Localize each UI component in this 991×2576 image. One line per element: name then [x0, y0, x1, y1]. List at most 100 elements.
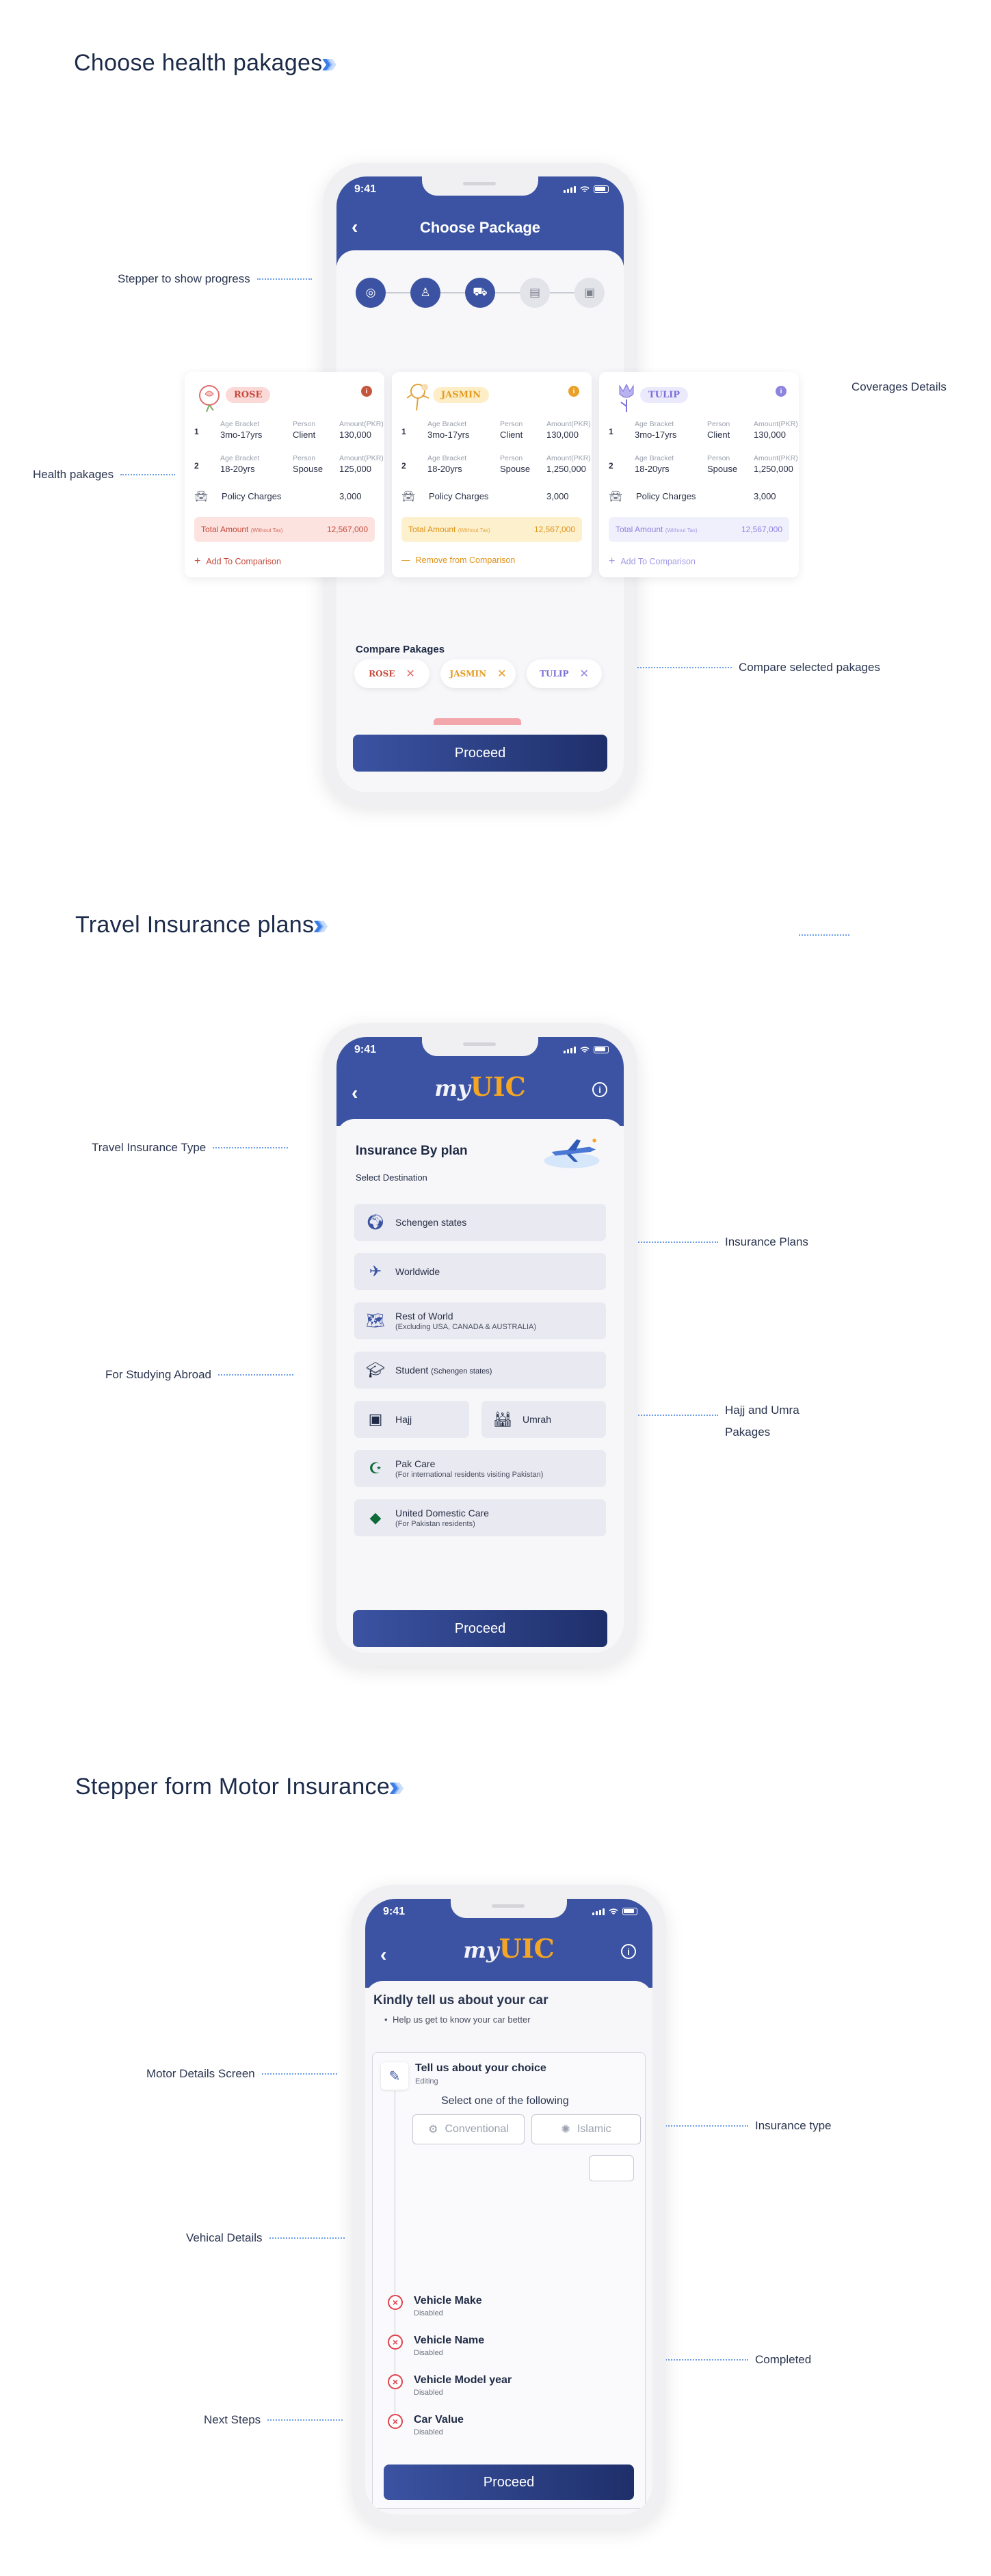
- coverage-row: 1 Age Bracket 3mo-17yrs Person Client Amou…: [194, 420, 384, 443]
- amount-label: Amount(PKR): [754, 420, 798, 428]
- document-icon[interactable]: ▤: [520, 278, 550, 308]
- chip-label: ROSE: [369, 669, 395, 679]
- option-umrah[interactable]: 🕌︎ Umrah: [481, 1401, 606, 1438]
- add-to-comparison-button[interactable]: + Add To Comparison: [609, 555, 696, 568]
- policy-charges-row: 🚘︎ Policy Charges 3,000: [194, 488, 375, 505]
- option-student[interactable]: 🎓︎ Student (Schengen states): [354, 1352, 606, 1389]
- step-state: Disabled: [414, 2349, 443, 2357]
- vehicle-icon[interactable]: ⛟: [465, 278, 495, 308]
- option-label: Rest of World: [395, 1311, 453, 1322]
- close-icon[interactable]: ✕: [406, 667, 414, 681]
- annotation-studying: For Studying Abroad: [105, 1368, 293, 1382]
- annotation-vehical: Vehical Details: [186, 2231, 345, 2245]
- option-worldwide[interactable]: ✈︎ Worldwide: [354, 1253, 606, 1290]
- world-plane-icon: ✈︎: [369, 1263, 382, 1280]
- coverage-row: 2 Age Bracket 18-20yrs Person Spouse Amoun…: [194, 454, 384, 477]
- airplane-illustration-icon: [544, 1138, 600, 1168]
- person-label: Person: [707, 454, 730, 462]
- row-number: 1: [194, 427, 199, 436]
- option-label: United Domestic Care: [395, 1508, 489, 1519]
- progress-stepper: ◎ ♙ ⛟ ▤ ▣: [356, 278, 605, 308]
- app-logo: myUIC: [365, 1933, 652, 1964]
- globe-icon[interactable]: ◎: [356, 278, 386, 308]
- close-icon[interactable]: ✕: [580, 667, 589, 681]
- tax-note: (Without Tax): [458, 527, 490, 534]
- tax-note: (Without Tax): [665, 527, 698, 534]
- screen-title: Choose Package: [419, 219, 541, 236]
- content-sheet: Kindly tell us about your car • Help us g…: [365, 1981, 652, 2514]
- annotation-completed: Completed: [663, 2353, 811, 2367]
- step-title: Car Value: [414, 2414, 464, 2426]
- coverage-row: 1 Age Bracket 3mo-17yrs Person Client Amou…: [609, 420, 798, 443]
- option-schengen[interactable]: 🌍︎ Schengen states: [354, 1204, 606, 1241]
- compare-chip-tulip[interactable]: TULIP ✕: [527, 659, 602, 688]
- option-sublabel: (For international residents visiting Pa…: [395, 1471, 544, 1479]
- option-hajj[interactable]: ▣ Hajj: [354, 1401, 469, 1438]
- coverage-row: 2 Age Bracket 18-20yrs Person Spouse Amoun…: [401, 454, 591, 477]
- package-name: ROSE: [226, 387, 271, 403]
- package-card-rose[interactable]: ROSE i 1 Age Bracket 3mo-17yrs Person Clie…: [185, 372, 384, 577]
- annotation-text: Insurance type: [755, 2119, 832, 2132]
- phone-motor: 9:41 ‹ myUIC i Kindly tell us about your…: [352, 1885, 666, 2528]
- chevrons-icon: › › › ›: [313, 908, 330, 941]
- annotation-text: Stepper to show progress: [118, 272, 250, 285]
- info-icon[interactable]: i: [361, 386, 372, 397]
- age-value: 18-20yrs: [635, 464, 670, 474]
- amount-value: 130,000: [546, 430, 579, 440]
- bullet-text: Help us get to know your car better: [393, 2014, 531, 2025]
- notch: [422, 176, 538, 196]
- total-amount-box: Total Amount (Without Tax) 12,567,000: [194, 517, 375, 542]
- age-label: Age Bracket: [635, 420, 674, 428]
- logo-uic: UIC: [499, 1933, 555, 1964]
- proceed-button[interactable]: Proceed: [384, 2465, 634, 2500]
- tax-note: (Without Tax): [250, 527, 283, 534]
- info-icon[interactable]: i: [621, 1944, 636, 1959]
- remove-from-comparison-button[interactable]: — Remove from Comparison: [401, 555, 515, 565]
- package-card-tulip[interactable]: TULIP i 1 Age Bracket 3mo-17yrs Person Cli…: [599, 372, 799, 577]
- age-label: Age Bracket: [427, 454, 467, 462]
- policy-value: 3,000: [754, 491, 776, 501]
- option-label: Worldwide: [395, 1266, 440, 1277]
- age-value: 18-20yrs: [220, 464, 255, 474]
- next-step-button[interactable]: [589, 2155, 634, 2181]
- minus-icon: —: [401, 555, 410, 565]
- option-rest-of-world[interactable]: 🗺︎ Rest of World (Excluding USA, CANADA &…: [354, 1302, 606, 1339]
- amount-value: 130,000: [339, 430, 371, 440]
- amount-label: Amount(PKR): [339, 454, 384, 462]
- section-title-health: Choose health pakages › › › ›: [74, 48, 337, 78]
- compare-chip-jasmin[interactable]: JASMIN ✕: [440, 659, 516, 688]
- plan-heading: Insurance By plan: [356, 1144, 468, 1158]
- wifi-icon: [609, 1908, 618, 1915]
- amount-value: 125,000: [339, 464, 371, 474]
- info-icon[interactable]: i: [592, 1082, 607, 1097]
- islamic-option[interactable]: ✺ Islamic: [531, 2114, 641, 2144]
- annotation-text: Coverages Details: [851, 380, 947, 393]
- plus-icon: +: [609, 555, 616, 567]
- amount-label: Amount(PKR): [546, 420, 591, 428]
- proceed-button[interactable]: Proceed: [353, 1610, 607, 1647]
- package-card-jasmin[interactable]: JASMIN i 1 Age Bracket 3mo-17yrs Person Cl…: [392, 372, 592, 577]
- info-icon[interactable]: i: [776, 386, 787, 397]
- add-to-comparison-button[interactable]: + Add To Comparison: [194, 555, 281, 568]
- logo-my: my: [434, 1075, 471, 1101]
- annotation-travel-type: Travel Insurance Type: [92, 1141, 289, 1155]
- wallet-icon[interactable]: ▣: [574, 278, 605, 308]
- option-label: Conventional: [445, 2123, 509, 2135]
- annotation-text: Hajj and Umra: [725, 1404, 800, 1417]
- globe-icon: 🌍︎: [366, 1213, 385, 1231]
- conventional-option[interactable]: ⚙︎ Conventional: [412, 2114, 525, 2144]
- proceed-button[interactable]: Proceed: [353, 735, 607, 772]
- jasmin-flower-icon: [406, 384, 430, 411]
- close-icon[interactable]: ✕: [497, 667, 506, 681]
- coverage-row: 2 Age Bracket 18-20yrs Person Spouse Amoun…: [609, 454, 798, 477]
- user-icon[interactable]: ♙: [410, 278, 440, 308]
- step-vehicle-make: × Vehicle Make Disabled: [388, 2295, 482, 2317]
- rose-flower-icon: [199, 385, 220, 412]
- info-icon[interactable]: i: [568, 386, 579, 397]
- amount-value: 1,250,000: [546, 464, 586, 474]
- option-pak-care[interactable]: ☪︎ Pak Care (For international residents …: [354, 1450, 606, 1487]
- compare-chip-rose[interactable]: ROSE ✕: [354, 659, 430, 688]
- amount-value: 130,000: [754, 430, 786, 440]
- option-domestic-care[interactable]: ◆ United Domestic Care (For Pakistan resi…: [354, 1499, 606, 1536]
- annotation-text: Travel Insurance Type: [92, 1141, 207, 1154]
